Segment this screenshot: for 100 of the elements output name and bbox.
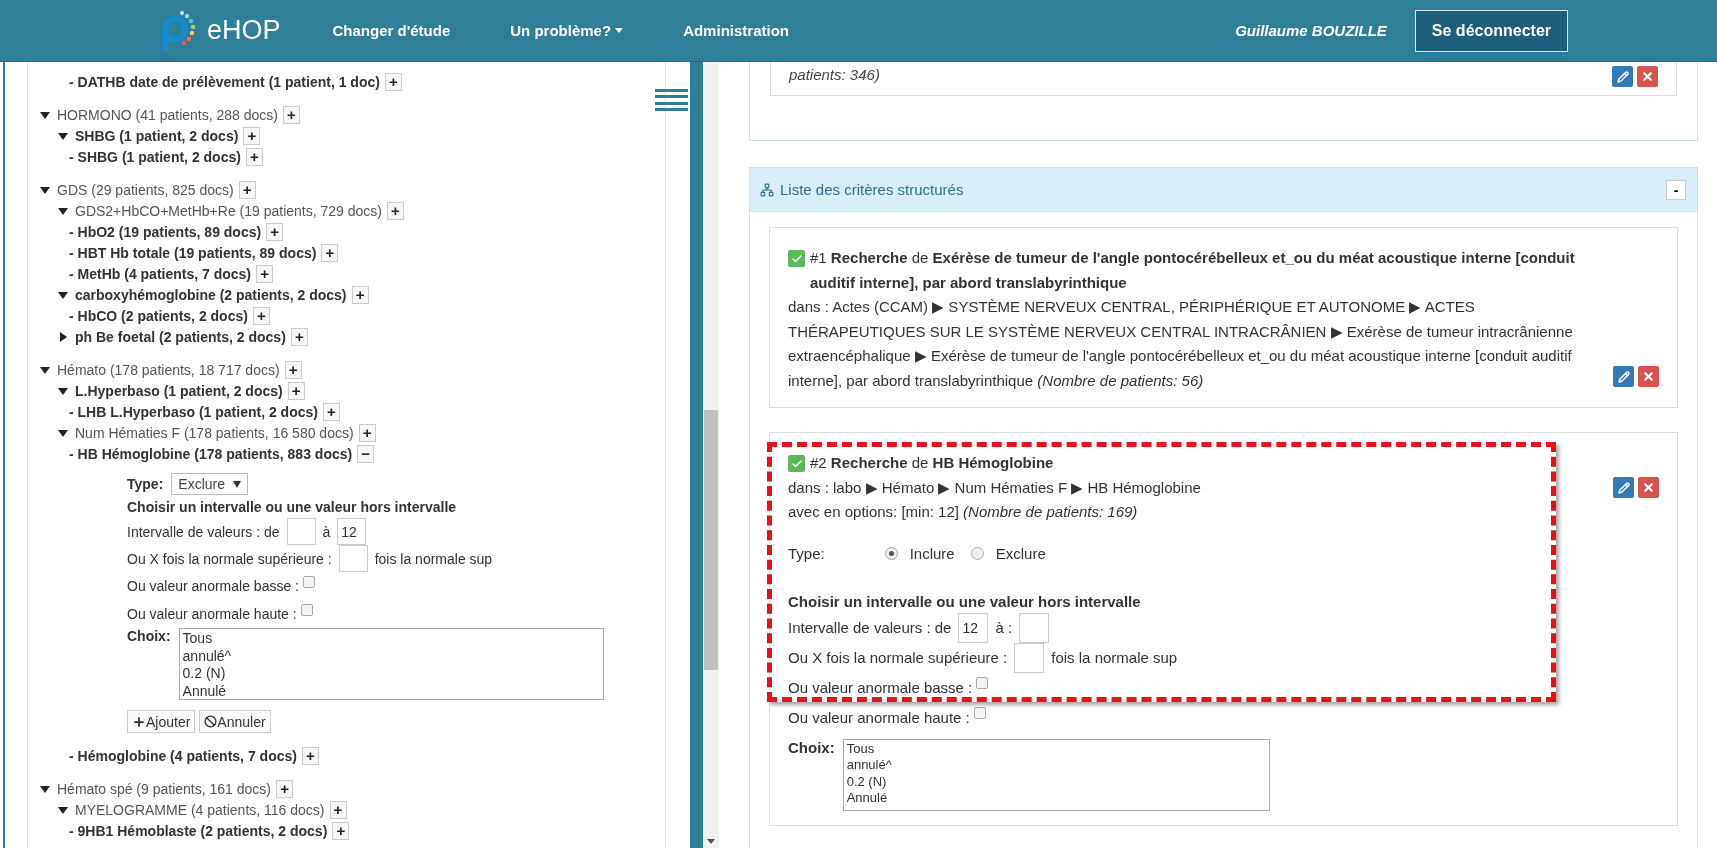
section-heading: Choisir un intervalle ou une valeur hors intervalle bbox=[127, 498, 458, 517]
logout-button[interactable]: Se déconnecter bbox=[1414, 9, 1568, 52]
list-option[interactable]: Tous bbox=[846, 740, 1266, 757]
delete-button[interactable] bbox=[1638, 477, 1659, 499]
tree-node-label[interactable]: Num Hématies F (178 patients, 16 580 docs) bbox=[75, 424, 354, 441]
range-separator: à : bbox=[995, 619, 1013, 636]
tree-node-label[interactable]: - SHBG (1 patient, 2 docs) bbox=[69, 148, 241, 165]
tree-node-label[interactable]: - DATHB date de prélèvement (1 patient, 1 doc) bbox=[69, 73, 380, 90]
tree-node-label[interactable]: - MetHb (4 patients, 7 docs) bbox=[69, 265, 252, 282]
scrollbar-track[interactable] bbox=[703, 62, 719, 848]
tree-node-label[interactable]: - LHB L.Hyperbaso (1 patient, 2 docs) bbox=[69, 403, 318, 420]
flag-label: Ou valeur anormale haute : bbox=[127, 606, 297, 622]
tree-action-button[interactable]: + bbox=[287, 381, 305, 400]
nav-link[interactable]: Changer d'étude bbox=[332, 22, 451, 39]
checkbox[interactable] bbox=[976, 676, 989, 689]
list-option[interactable]: annulé^ bbox=[846, 757, 1266, 774]
sitemap-icon bbox=[760, 182, 774, 197]
factor-label: Ou X fois la normale supérieure : bbox=[788, 649, 1008, 666]
tree-action-button[interactable]: + bbox=[332, 821, 350, 840]
tree-action-button[interactable]: + bbox=[321, 243, 339, 262]
checkbox[interactable] bbox=[300, 604, 313, 616]
tree-node-label[interactable]: - HbCO (2 patients, 2 docs) bbox=[69, 307, 248, 324]
brand-name[interactable]: eHOP bbox=[207, 15, 281, 46]
tree-action-button[interactable]: + bbox=[387, 201, 404, 220]
factor-suffix: fois la normale sup bbox=[1051, 649, 1178, 666]
checkbox[interactable] bbox=[303, 576, 315, 588]
delete-button[interactable] bbox=[1637, 66, 1658, 87]
tree-action-button[interactable]: − bbox=[357, 444, 375, 463]
choice-label: Choix: bbox=[127, 628, 171, 644]
user-name: Guillaume BOUZILLE bbox=[1235, 22, 1387, 39]
caret-right-icon[interactable] bbox=[57, 330, 69, 343]
tree-action-button[interactable]: + bbox=[276, 779, 293, 798]
list-option[interactable]: 0.2 (N) bbox=[182, 665, 600, 683]
section-heading: Choisir un intervalle ou une valeur hors intervalle bbox=[788, 591, 1142, 612]
radio-label: Exclure bbox=[995, 545, 1046, 562]
tree-action-button[interactable]: + bbox=[290, 327, 308, 346]
tree-action-button[interactable]: + bbox=[351, 285, 369, 304]
tree-node-label[interactable]: - HBT Hb totale (19 patients, 89 docs) bbox=[69, 244, 317, 261]
list-option[interactable]: Annulé bbox=[182, 682, 600, 700]
tree-node-label[interactable]: - HbO2 (19 patients, 89 docs) bbox=[69, 223, 262, 240]
pencil-icon bbox=[1616, 70, 1629, 83]
tree-node-label[interactable]: MYELOGRAMME (4 patients, 116 docs) bbox=[75, 801, 325, 818]
tree-node-label[interactable]: ph Be foetal (2 patients, 2 docs) bbox=[75, 328, 286, 345]
tree-action-button[interactable]: + bbox=[243, 126, 261, 145]
menu-icon[interactable] bbox=[655, 89, 688, 111]
tree-action-button[interactable]: + bbox=[256, 264, 274, 283]
tree-action-button[interactable]: + bbox=[301, 746, 319, 765]
tree-node-label[interactable]: Hémato (178 patients, 18 717 docs) bbox=[57, 361, 280, 378]
panel-title: Liste des critères structurés bbox=[780, 181, 964, 198]
tree-node-label[interactable]: carboxyhémoglobine (2 patients, 2 docs) bbox=[75, 286, 347, 303]
delete-button[interactable] bbox=[1638, 366, 1659, 387]
tree-node-label[interactable]: Hémato spé (9 patients, 161 docs) bbox=[57, 780, 271, 797]
tree-node-label[interactable]: HORMONO (41 patients, 288 docs) bbox=[57, 106, 278, 123]
tree-action-button[interactable]: + bbox=[245, 147, 263, 166]
tree-node-label[interactable]: - 9HB1 Hémoblaste (2 patients, 2 docs) bbox=[69, 822, 328, 839]
tree-action-button[interactable]: + bbox=[329, 800, 347, 819]
nav-link[interactable]: Un problème? bbox=[510, 22, 624, 39]
tree-node-label[interactable]: - Hémoglobine (4 patients, 7 docs) bbox=[69, 747, 297, 764]
checkbox[interactable] bbox=[973, 706, 986, 719]
type-select[interactable]: Exclure bbox=[171, 473, 248, 495]
form-button[interactable]: Ajouter bbox=[127, 710, 196, 733]
tree-action-button[interactable]: + bbox=[252, 306, 270, 325]
collapse-button[interactable]: - bbox=[1666, 179, 1686, 200]
list-option[interactable]: Annulé bbox=[846, 790, 1266, 807]
plus-icon bbox=[132, 714, 146, 729]
edit-button[interactable] bbox=[1613, 366, 1634, 387]
tree-action-button[interactable]: + bbox=[283, 105, 300, 124]
list-option[interactable]: 0.2 (N) bbox=[846, 773, 1266, 790]
choice-listbox[interactable]: Tous annulé^ 0.2 (N) Annulé bbox=[842, 738, 1270, 811]
radio-button[interactable] bbox=[884, 547, 898, 560]
tree-node-label[interactable]: GDS (29 patients, 825 docs) bbox=[57, 181, 234, 198]
tree-action-button[interactable]: + bbox=[384, 72, 402, 91]
factor-field[interactable] bbox=[338, 545, 368, 572]
list-option[interactable]: annulé^ bbox=[182, 647, 600, 665]
range-max-field[interactable] bbox=[1019, 612, 1050, 643]
check-badge-icon bbox=[788, 455, 805, 472]
list-option[interactable]: Tous bbox=[182, 630, 600, 648]
range-label: Intervalle de valeurs : de bbox=[127, 523, 280, 540]
factor-field[interactable] bbox=[1014, 642, 1045, 673]
tree-action-button[interactable]: + bbox=[358, 423, 376, 442]
tree-node-label[interactable]: - HB Hémoglobine (178 patients, 883 docs) bbox=[69, 445, 353, 462]
scroll-down-icon[interactable] bbox=[707, 839, 715, 844]
edit-button[interactable] bbox=[1612, 66, 1633, 87]
nav-link[interactable]: Administration bbox=[683, 22, 789, 39]
type-label: Type: bbox=[127, 476, 164, 492]
range-min-field[interactable]: 12 bbox=[958, 612, 989, 643]
tree-node-label[interactable]: GDS2+HbCO+MetHb+Re (19 patients, 729 docs) bbox=[75, 202, 382, 219]
range-max-field[interactable]: 12 bbox=[337, 518, 367, 545]
radio-button[interactable] bbox=[970, 547, 984, 560]
tree-node-label[interactable]: SHBG (1 patient, 2 docs) bbox=[75, 127, 239, 144]
edit-button[interactable] bbox=[1613, 477, 1634, 499]
form-button[interactable]: Annuler bbox=[199, 710, 271, 733]
scrollbar-thumb[interactable] bbox=[704, 410, 718, 670]
choice-listbox[interactable]: Tous annulé^ 0.2 (N) Annulé bbox=[178, 628, 604, 700]
tree-action-button[interactable]: + bbox=[284, 360, 302, 379]
tree-action-button[interactable]: + bbox=[322, 402, 340, 421]
tree-action-button[interactable]: + bbox=[238, 180, 256, 199]
range-min-field[interactable] bbox=[286, 518, 316, 545]
tree-action-button[interactable]: + bbox=[266, 222, 284, 241]
tree-node-label[interactable]: L.Hyperbaso (1 patient, 2 docs) bbox=[75, 382, 283, 399]
